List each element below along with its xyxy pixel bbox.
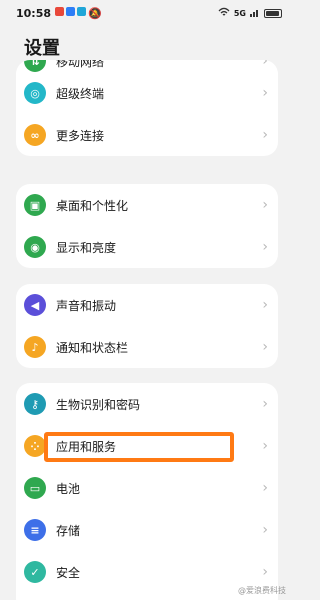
battery-icon: [264, 8, 282, 18]
chevron-right-icon: ›: [262, 60, 268, 69]
chevron-right-icon: ›: [262, 197, 268, 213]
signal-text: 5G: [233, 8, 246, 18]
key-icon: ⚷: [24, 393, 46, 415]
chevron-right-icon: ›: [262, 127, 268, 143]
chevron-right-icon: ›: [262, 239, 268, 255]
settings-item-sound-vibration[interactable]: ◀ 声音和振动 ›: [16, 284, 278, 326]
settings-item-label: 存储: [56, 523, 81, 538]
settings-item-storage[interactable]: ≡ 存储 ›: [16, 509, 278, 551]
chevron-right-icon: ›: [262, 438, 268, 454]
settings-item-label: 生物识别和密码: [56, 397, 141, 412]
storage-icon: ≡: [24, 519, 46, 541]
chevron-right-icon: ›: [262, 297, 268, 313]
notification-app-icon: [77, 6, 87, 16]
settings-group-sound: ◀ 声音和振动 › ♪ 通知和状态栏 ›: [16, 284, 278, 368]
settings-item-label: 应用和服务: [56, 439, 117, 454]
settings-item-more-connections[interactable]: ∞ 更多连接 ›: [16, 114, 278, 156]
wifi-icon: [218, 7, 230, 19]
settings-item-label: 安全: [56, 565, 81, 580]
status-bar: 10:58 🔕 5G: [0, 0, 294, 26]
status-right: 5G: [218, 7, 282, 19]
link-icon: ∞: [24, 124, 46, 146]
settings-group-connectivity: ⇅ 移动网络 › ◎ 超级终端 › ∞ 更多连接 ›: [16, 60, 278, 156]
settings-item-apps-services[interactable]: ⁘ 应用和服务 ›: [16, 425, 278, 467]
settings-item-mobile-network[interactable]: ⇅ 移动网络 ›: [16, 60, 278, 72]
wallpaper-icon: ▣: [24, 194, 46, 216]
super-device-icon: ◎: [24, 82, 46, 104]
status-app-icons: 🔕: [55, 6, 102, 20]
settings-group-system: ⚷ 生物识别和密码 › ⁘ 应用和服务 › ▭ 电池 › ≡ 存储 › ✓ 安全…: [16, 383, 278, 600]
settings-item-label: 显示和亮度: [56, 240, 117, 255]
settings-item-notification-statusbar[interactable]: ♪ 通知和状态栏 ›: [16, 326, 278, 368]
settings-item-label: 移动网络: [56, 60, 105, 69]
mute-icon: 🔕: [88, 6, 102, 20]
page-title: 设置: [24, 38, 60, 59]
settings-item-biometrics-password[interactable]: ⚷ 生物识别和密码 ›: [16, 383, 278, 425]
notification-app-icon: [66, 6, 76, 16]
settings-item-display-brightness[interactable]: ◉ 显示和亮度 ›: [16, 226, 278, 268]
apps-icon: ⁘: [24, 435, 46, 457]
signal-icon: [250, 8, 260, 19]
settings-item-label: 超级终端: [56, 86, 105, 101]
chevron-right-icon: ›: [262, 522, 268, 538]
chevron-right-icon: ›: [262, 480, 268, 496]
settings-item-label: 桌面和个性化: [56, 198, 129, 213]
notification-app-icon: [55, 6, 65, 16]
chevron-right-icon: ›: [262, 85, 268, 101]
eye-icon: ◉: [24, 236, 46, 258]
battery-icon: ▭: [24, 477, 46, 499]
shield-icon: ✓: [24, 561, 46, 583]
settings-item-label: 更多连接: [56, 128, 105, 143]
mobile-network-icon: ⇅: [24, 60, 46, 72]
settings-item-label: 电池: [56, 481, 81, 496]
settings-item-label: 通知和状态栏: [56, 340, 129, 355]
settings-item-battery[interactable]: ▭ 电池 ›: [16, 467, 278, 509]
settings-item-label: 声音和振动: [56, 298, 117, 313]
watermark: @爱浪费科技: [238, 586, 286, 595]
settings-item-super-device[interactable]: ◎ 超级终端 ›: [16, 72, 278, 114]
status-time: 10:58: [16, 6, 52, 20]
settings-item-desktop-personalization[interactable]: ▣ 桌面和个性化 ›: [16, 184, 278, 226]
volume-icon: ◀: [24, 294, 46, 316]
chevron-right-icon: ›: [262, 339, 268, 355]
bell-icon: ♪: [24, 336, 46, 358]
chevron-right-icon: ›: [262, 564, 268, 580]
settings-group-display: ▣ 桌面和个性化 › ◉ 显示和亮度 ›: [16, 184, 278, 268]
chevron-right-icon: ›: [262, 396, 268, 412]
